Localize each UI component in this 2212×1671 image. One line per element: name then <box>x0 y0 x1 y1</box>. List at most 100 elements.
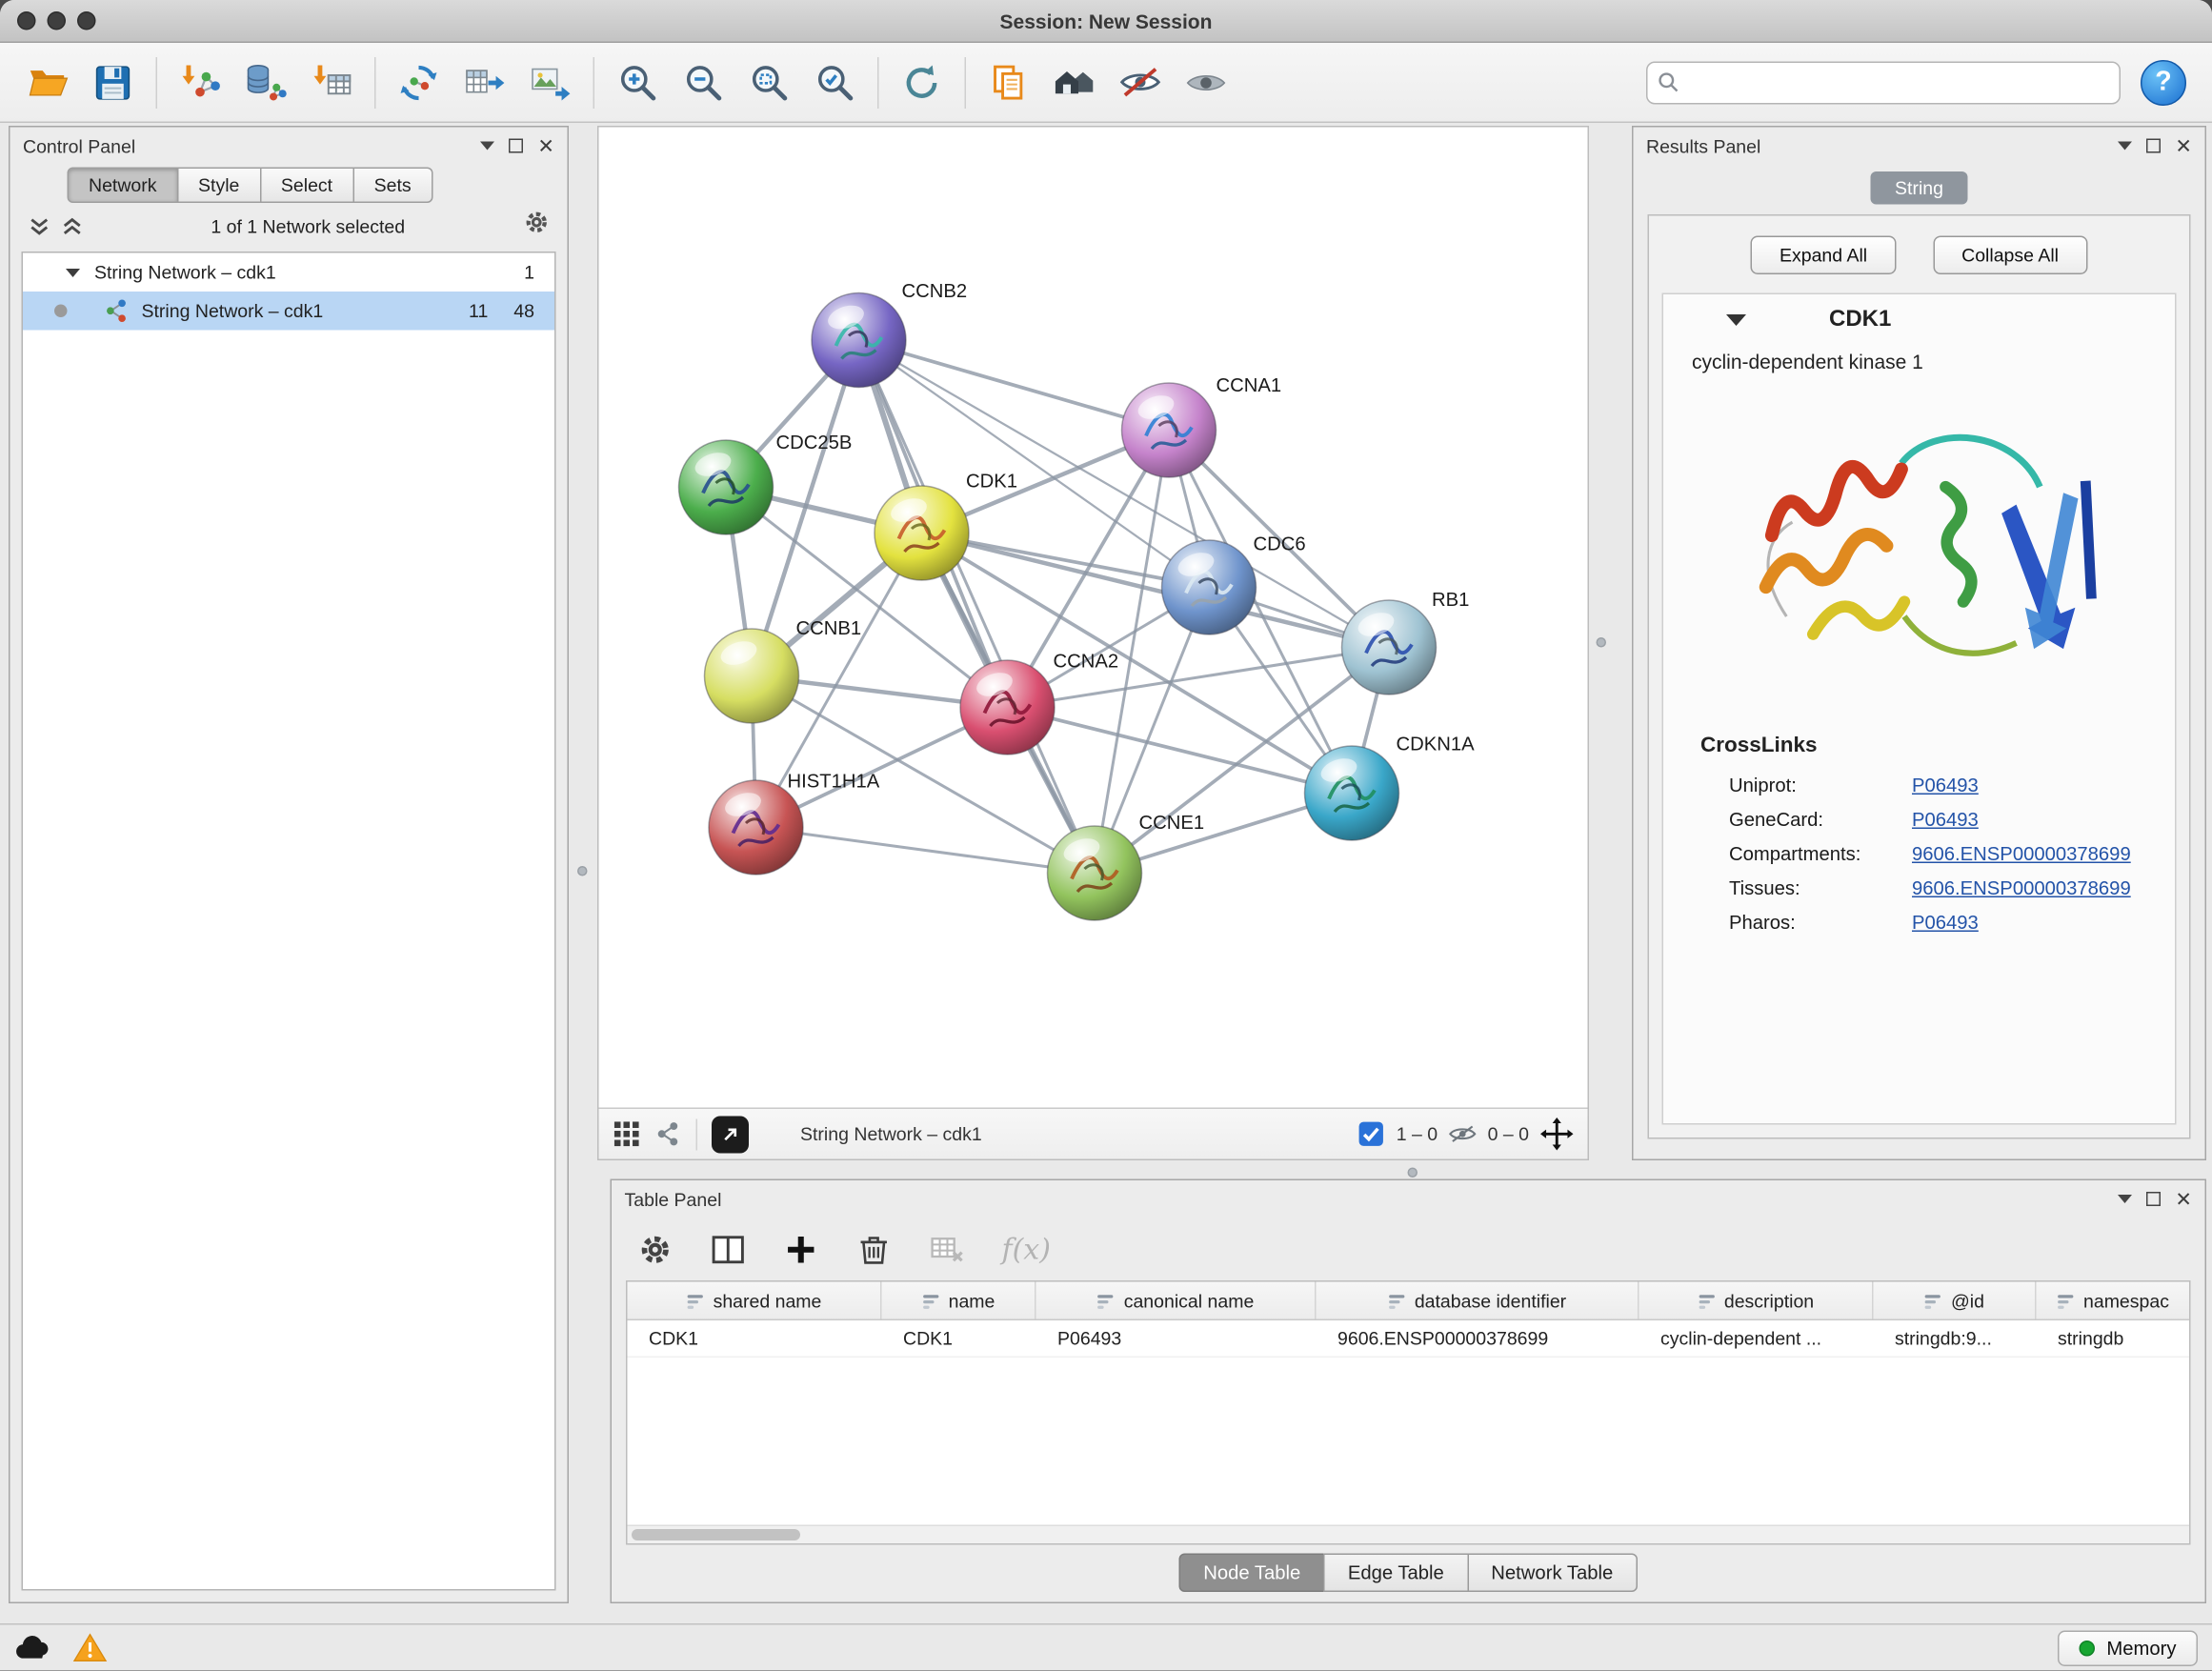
selection-mode-checkbox[interactable] <box>1357 1120 1385 1148</box>
tab-select[interactable]: Select <box>259 168 353 204</box>
table-cell[interactable]: stringdb <box>2037 1320 2190 1357</box>
zoom-window-button[interactable] <box>77 11 96 30</box>
import-network-from-database-button[interactable] <box>233 50 299 115</box>
table-cell[interactable]: stringdb:9... <box>1874 1320 2037 1357</box>
tab-edge-table[interactable]: Edge Table <box>1323 1554 1468 1593</box>
tab-network-table[interactable]: Network Table <box>1467 1554 1638 1593</box>
export-table-button[interactable] <box>452 50 517 115</box>
column-header[interactable]: database identifier <box>1317 1282 1639 1319</box>
tab-sets[interactable]: Sets <box>352 168 432 204</box>
graph-node[interactable]: RB1 <box>1342 590 1470 695</box>
cloud-services-button[interactable] <box>14 1632 51 1663</box>
collapse-all-button[interactable]: Collapse All <box>1933 236 2087 275</box>
panel-menu-icon[interactable] <box>480 142 494 151</box>
zoom-out-button[interactable] <box>671 50 736 115</box>
import-table-from-file-button[interactable] <box>299 50 365 115</box>
graph-node[interactable]: CCNA1 <box>1122 375 1282 477</box>
vertical-splitter-handle[interactable] <box>577 866 588 876</box>
table-cell[interactable]: CDK1 <box>628 1320 882 1357</box>
help-button[interactable]: ? <box>2141 59 2186 105</box>
home-button[interactable] <box>1042 50 1108 115</box>
horizontal-scrollbar[interactable] <box>628 1525 2190 1544</box>
float-panel-icon[interactable] <box>2146 139 2161 153</box>
hidden-elements-button[interactable] <box>1449 1120 1477 1148</box>
graph-node[interactable]: HIST1H1A <box>709 772 880 876</box>
collection-expander-icon[interactable] <box>66 268 80 276</box>
tab-network[interactable]: Network <box>68 168 179 204</box>
graph-node[interactable]: CCNA2 <box>960 652 1118 755</box>
graph-edge[interactable] <box>859 340 1096 874</box>
expand-all-button[interactable]: Expand All <box>1751 236 1896 275</box>
table-cell[interactable]: CDK1 <box>882 1320 1036 1357</box>
close-panel-icon[interactable]: ✕ <box>537 136 554 156</box>
birds-eye-view-button[interactable] <box>613 1120 641 1148</box>
table-cell[interactable]: 9606.ENSP00000378699 <box>1317 1320 1639 1357</box>
show-columns-button[interactable] <box>711 1231 747 1267</box>
crosslink-value-link[interactable]: P06493 <box>1912 774 1979 795</box>
column-header[interactable]: description <box>1639 1282 1874 1319</box>
close-panel-icon[interactable]: ✕ <box>2175 136 2192 156</box>
graph-edge[interactable] <box>859 340 1170 431</box>
tab-string[interactable]: String <box>1871 171 1968 205</box>
panel-menu-icon[interactable] <box>2118 142 2132 151</box>
crosslink-value-link[interactable]: P06493 <box>1912 808 1979 830</box>
new-network-from-selection-button[interactable] <box>386 50 452 115</box>
warnings-button[interactable] <box>71 1632 109 1663</box>
network-options-gear-button[interactable] <box>523 209 551 243</box>
table-cell[interactable]: P06493 <box>1036 1320 1317 1357</box>
graph-node[interactable]: CDC6 <box>1162 534 1306 635</box>
float-panel-icon[interactable] <box>2146 1192 2161 1206</box>
zoom-selected-button[interactable] <box>802 50 868 115</box>
zoom-in-button[interactable] <box>605 50 671 115</box>
fit-content-move-button[interactable] <box>1540 1117 1574 1151</box>
zoom-fit-content-button[interactable] <box>736 50 802 115</box>
search-input[interactable] <box>1646 61 2121 104</box>
crosslink-value-link[interactable]: 9606.ENSP00000378699 <box>1912 876 2131 898</box>
table-options-gear-button[interactable] <box>637 1231 674 1267</box>
column-header[interactable]: shared name <box>628 1282 882 1319</box>
graph-node[interactable]: CDK1 <box>875 472 1017 581</box>
refresh-view-button[interactable] <box>889 50 955 115</box>
create-column-button[interactable] <box>783 1231 819 1267</box>
column-header[interactable]: name <box>882 1282 1036 1319</box>
collapse-tree-button[interactable] <box>60 213 85 238</box>
minimize-window-button[interactable] <box>48 11 67 30</box>
panel-menu-icon[interactable] <box>2118 1195 2132 1203</box>
horizontal-splitter-handle[interactable] <box>1408 1168 1418 1178</box>
network-collection-row[interactable]: String Network – cdk1 1 <box>23 253 554 292</box>
memory-button[interactable]: Memory <box>2058 1630 2198 1666</box>
import-network-from-file-button[interactable] <box>168 50 233 115</box>
table-cell[interactable]: cyclin-dependent ... <box>1639 1320 1874 1357</box>
close-panel-icon[interactable]: ✕ <box>2175 1189 2192 1209</box>
crosslink-value-link[interactable]: 9606.ENSP00000378699 <box>1912 842 2131 864</box>
vertical-splitter-handle[interactable] <box>1597 637 1607 648</box>
close-window-button[interactable] <box>17 11 36 30</box>
hide-annotations-button[interactable] <box>1108 50 1174 115</box>
column-header[interactable]: @id <box>1874 1282 2037 1319</box>
expand-tree-button[interactable] <box>28 213 52 238</box>
export-image-button[interactable] <box>517 50 583 115</box>
network-canvas[interactable]: CCNB2CCNA1CDC25BCDK1CDC6RB1CCNB1CCNA2CDK… <box>599 128 1588 1108</box>
open-session-button[interactable] <box>14 50 80 115</box>
table-row[interactable]: CDK1CDK1P064939606.ENSP00000378699cyclin… <box>628 1320 2190 1358</box>
section-expander-icon[interactable] <box>1726 314 1746 326</box>
network-row[interactable]: String Network – cdk1 11 48 <box>23 292 554 331</box>
graph-edge[interactable] <box>756 828 1096 874</box>
clone-network-button[interactable] <box>976 50 1042 115</box>
node-details-header[interactable]: CDK1 <box>1663 294 2175 346</box>
crosslink-value-link[interactable]: P06493 <box>1912 911 1979 933</box>
scrollbar-thumb[interactable] <box>632 1529 800 1540</box>
column-header[interactable]: canonical name <box>1036 1282 1317 1319</box>
tab-style[interactable]: Style <box>177 168 261 204</box>
float-panel-icon[interactable] <box>509 139 523 153</box>
network-overview-button[interactable] <box>654 1120 682 1148</box>
open-in-browser-button[interactable] <box>712 1116 749 1153</box>
graph-node[interactable]: CCNB1 <box>705 618 862 723</box>
save-session-button[interactable] <box>80 50 146 115</box>
column-header[interactable]: namespac <box>2037 1282 2190 1319</box>
network-graph[interactable]: CCNB2CCNA1CDC25BCDK1CDC6RB1CCNB1CCNA2CDK… <box>599 128 1588 1108</box>
graph-node[interactable]: CCNB2 <box>812 281 967 388</box>
delete-column-button[interactable] <box>856 1231 893 1267</box>
tab-node-table[interactable]: Node Table <box>1179 1554 1325 1593</box>
show-graphics-details-button[interactable] <box>1174 50 1239 115</box>
